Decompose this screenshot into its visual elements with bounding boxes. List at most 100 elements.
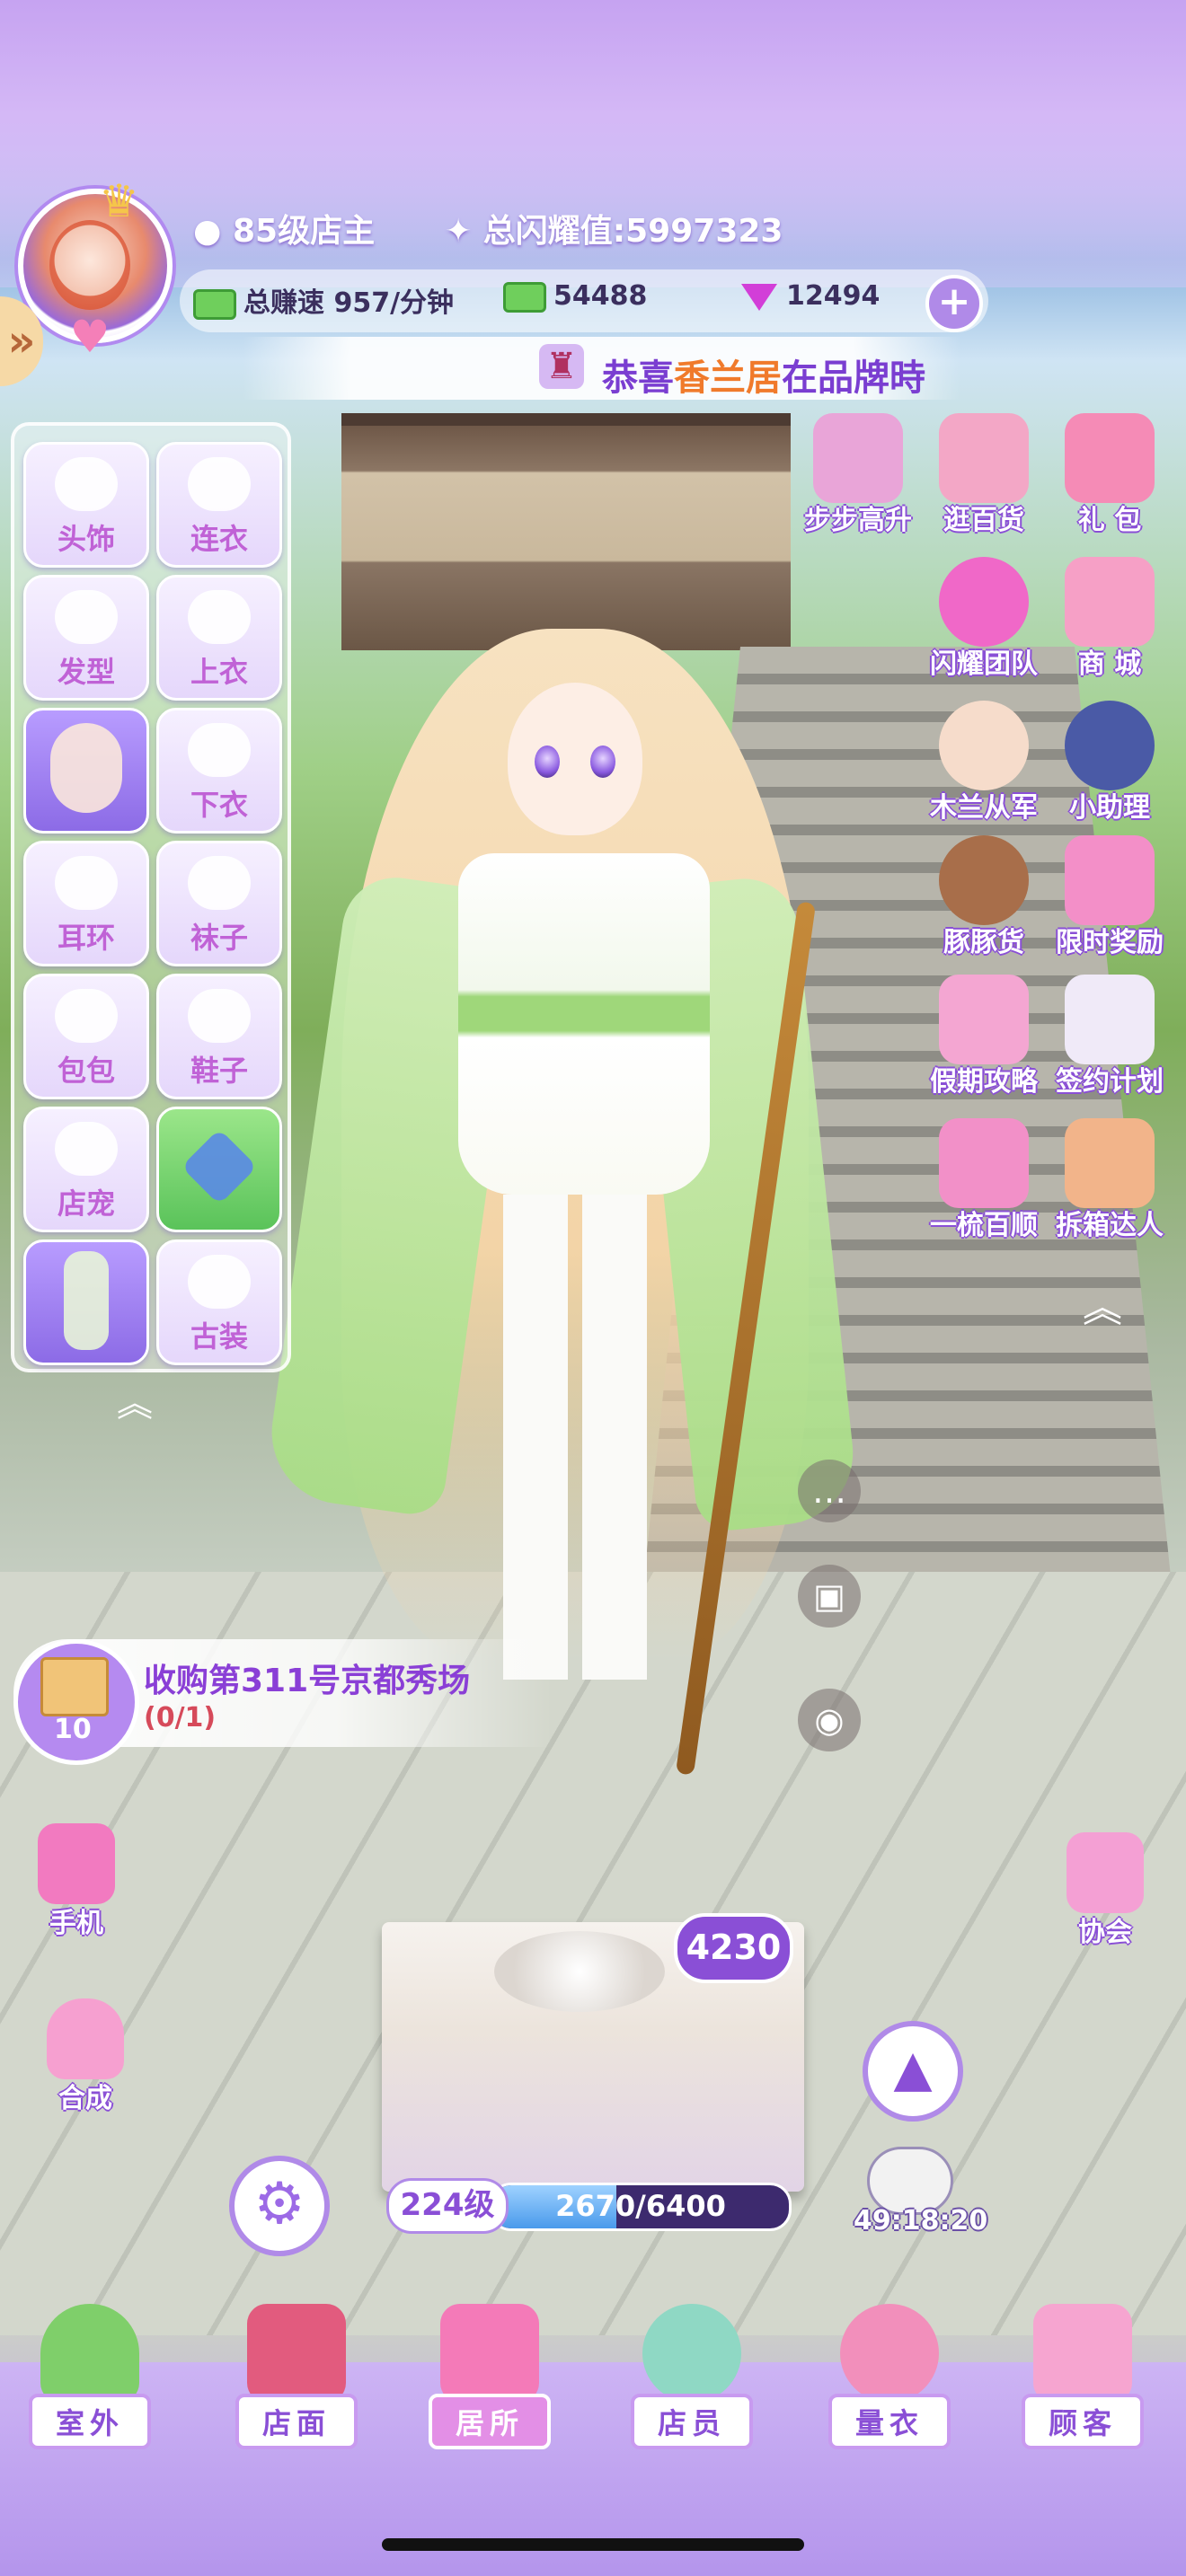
tape-measure-icon — [840, 2304, 939, 2403]
avatar-face — [49, 220, 130, 310]
slot-earrings[interactable]: 耳环 — [23, 841, 149, 966]
nav-residence[interactable]: 居所 — [422, 2304, 557, 2449]
slot-bottom[interactable]: 下衣 — [156, 708, 282, 834]
character-dress — [458, 853, 710, 1195]
quest-title: 收购第311号京都秀场 — [144, 1663, 471, 1699]
nav-storefront[interactable]: 店面 — [229, 2304, 364, 2449]
collapse-chevron-icon[interactable]: ︽ — [117, 1374, 153, 1426]
nav-customers[interactable]: 顾客 — [1015, 2304, 1150, 2449]
menu-gift-pack[interactable]: 礼 包 — [1056, 413, 1164, 537]
menu-mulan[interactable]: 木兰从军 — [930, 701, 1038, 825]
slot-shoes[interactable]: 鞋子 — [156, 974, 282, 1099]
slot-ancient-costume[interactable]: 古装 — [156, 1239, 282, 1365]
paw-icon — [55, 1122, 118, 1176]
contract-icon — [1065, 975, 1155, 1064]
shoe-icon — [188, 989, 251, 1043]
nav-outdoor[interactable]: 室外 — [22, 2304, 157, 2449]
menu-unboxing[interactable]: 拆箱达人 — [1056, 1118, 1164, 1242]
menu-limited-reward[interactable]: 限时奖励 — [1056, 835, 1164, 959]
earn-rate: 总赚速 957/分钟 — [193, 280, 454, 320]
bag-icon — [47, 1998, 124, 2079]
add-currency-button[interactable]: + — [925, 275, 983, 332]
cash-amount: 54488 — [503, 280, 647, 313]
home-indicator — [382, 2538, 804, 2551]
comb-icon — [939, 1118, 1029, 1208]
robe-icon — [188, 1255, 251, 1309]
announcement-text: 恭喜香兰居在品牌時 — [602, 357, 925, 399]
butterfly-ring-icon — [181, 1128, 258, 1205]
wardrobe-panel: 头饰 连衣 发型 上衣 下衣 耳环 袜子 包包 鞋子 店宠 古装 — [11, 422, 291, 1372]
menu-comb[interactable]: 一梳百顺 — [930, 1118, 1038, 1242]
scissors-icon — [55, 590, 118, 644]
slot-outfit-set[interactable] — [23, 1239, 149, 1365]
socks-icon — [188, 856, 251, 910]
association-button[interactable]: 协会 — [1056, 1832, 1155, 1949]
nav-measure[interactable]: 量衣 — [822, 2304, 957, 2449]
countdown-timer: 49:18:20 — [854, 2205, 988, 2236]
menu-assistant[interactable]: 小助理 — [1056, 701, 1164, 825]
synthesize-button[interactable]: 合成 — [36, 1998, 135, 2115]
slot-hairstyle[interactable]: 发型 — [23, 575, 149, 701]
heart-badge-icon: ♥ — [69, 311, 111, 363]
box-icon[interactable]: ▣ — [798, 1565, 861, 1628]
slot-socks[interactable]: 袜子 — [156, 841, 282, 966]
background-house — [341, 413, 791, 650]
phone-icon — [38, 1823, 115, 1904]
assistant-icon — [1065, 701, 1155, 790]
chat-icon[interactable]: … — [798, 1460, 861, 1522]
gift-icon — [1065, 413, 1155, 503]
house-icon — [440, 2304, 539, 2403]
character-eye — [535, 745, 560, 778]
house-icon — [1067, 1832, 1144, 1913]
dress-icon — [188, 457, 251, 511]
witch-hat-icon[interactable]: ▲ — [863, 2021, 963, 2122]
sparkle-icon: ✦ — [445, 213, 473, 250]
settings-gear-icon[interactable]: ⚙ — [229, 2156, 330, 2256]
face-icon — [50, 723, 122, 813]
package-icon — [40, 1657, 109, 1716]
phone-button[interactable]: 手机 — [27, 1823, 126, 1940]
menu-contract-plan[interactable]: 签约计划 — [1056, 975, 1164, 1098]
menu-department-store[interactable]: 逛百货 — [930, 413, 1038, 537]
menu-holiday-guide[interactable]: 假期攻略 — [930, 975, 1038, 1098]
hat-icon — [55, 457, 118, 511]
slot-accessory[interactable] — [156, 1107, 282, 1232]
mulan-icon — [939, 701, 1029, 790]
storefront-icon — [247, 2304, 346, 2403]
palm-tree-icon — [40, 2304, 139, 2403]
slot-pet[interactable]: 店宠 — [23, 1107, 149, 1232]
castle-icon: ♜ — [539, 344, 584, 389]
collapse-right-chevron-icon[interactable]: ︽ — [1083, 1275, 1122, 1333]
map-pin-icon — [939, 975, 1029, 1064]
shirt-icon — [188, 590, 251, 644]
cash-icon — [503, 281, 546, 313]
menu-mall[interactable]: 商 城 — [1056, 557, 1164, 681]
menu-capybara-goods[interactable]: 豚豚货 — [930, 835, 1038, 959]
slot-dress[interactable]: 连衣 — [156, 442, 282, 568]
character-face[interactable] — [508, 683, 642, 835]
menu-shine-team[interactable]: 闪耀团队 — [930, 557, 1038, 681]
quest-count: 10 — [54, 1714, 92, 1745]
reward-box-icon — [1065, 835, 1155, 925]
person-icon: ● — [193, 213, 222, 250]
character-eye — [590, 745, 615, 778]
gift-count-badge: 4230 — [674, 1913, 793, 1983]
nav-staff[interactable]: 店员 — [624, 2304, 759, 2449]
shop-level: 224级 — [386, 2178, 509, 2234]
slot-top[interactable]: 上衣 — [156, 575, 282, 701]
slot-bag[interactable]: 包包 — [23, 974, 149, 1099]
capybara-icon — [939, 835, 1029, 925]
menu-step-up[interactable]: 步步高升 — [804, 413, 912, 537]
outfit-figure-icon — [64, 1251, 109, 1350]
skirt-icon — [188, 723, 251, 777]
player-level: ● 85级店主 — [193, 213, 376, 250]
earring-icon — [55, 856, 118, 910]
stairs-runner-icon — [813, 413, 903, 503]
camera-icon[interactable]: ◉ — [798, 1689, 861, 1751]
total-glow: ✦ 总闪耀值:5997323 — [445, 213, 783, 250]
character-legs — [503, 1195, 647, 1680]
slot-headwear[interactable]: 头饰 — [23, 442, 149, 568]
crown-icon: ♛ — [99, 175, 139, 227]
quest-progress: (0/1) — [144, 1702, 217, 1734]
slot-face[interactable] — [23, 708, 149, 834]
